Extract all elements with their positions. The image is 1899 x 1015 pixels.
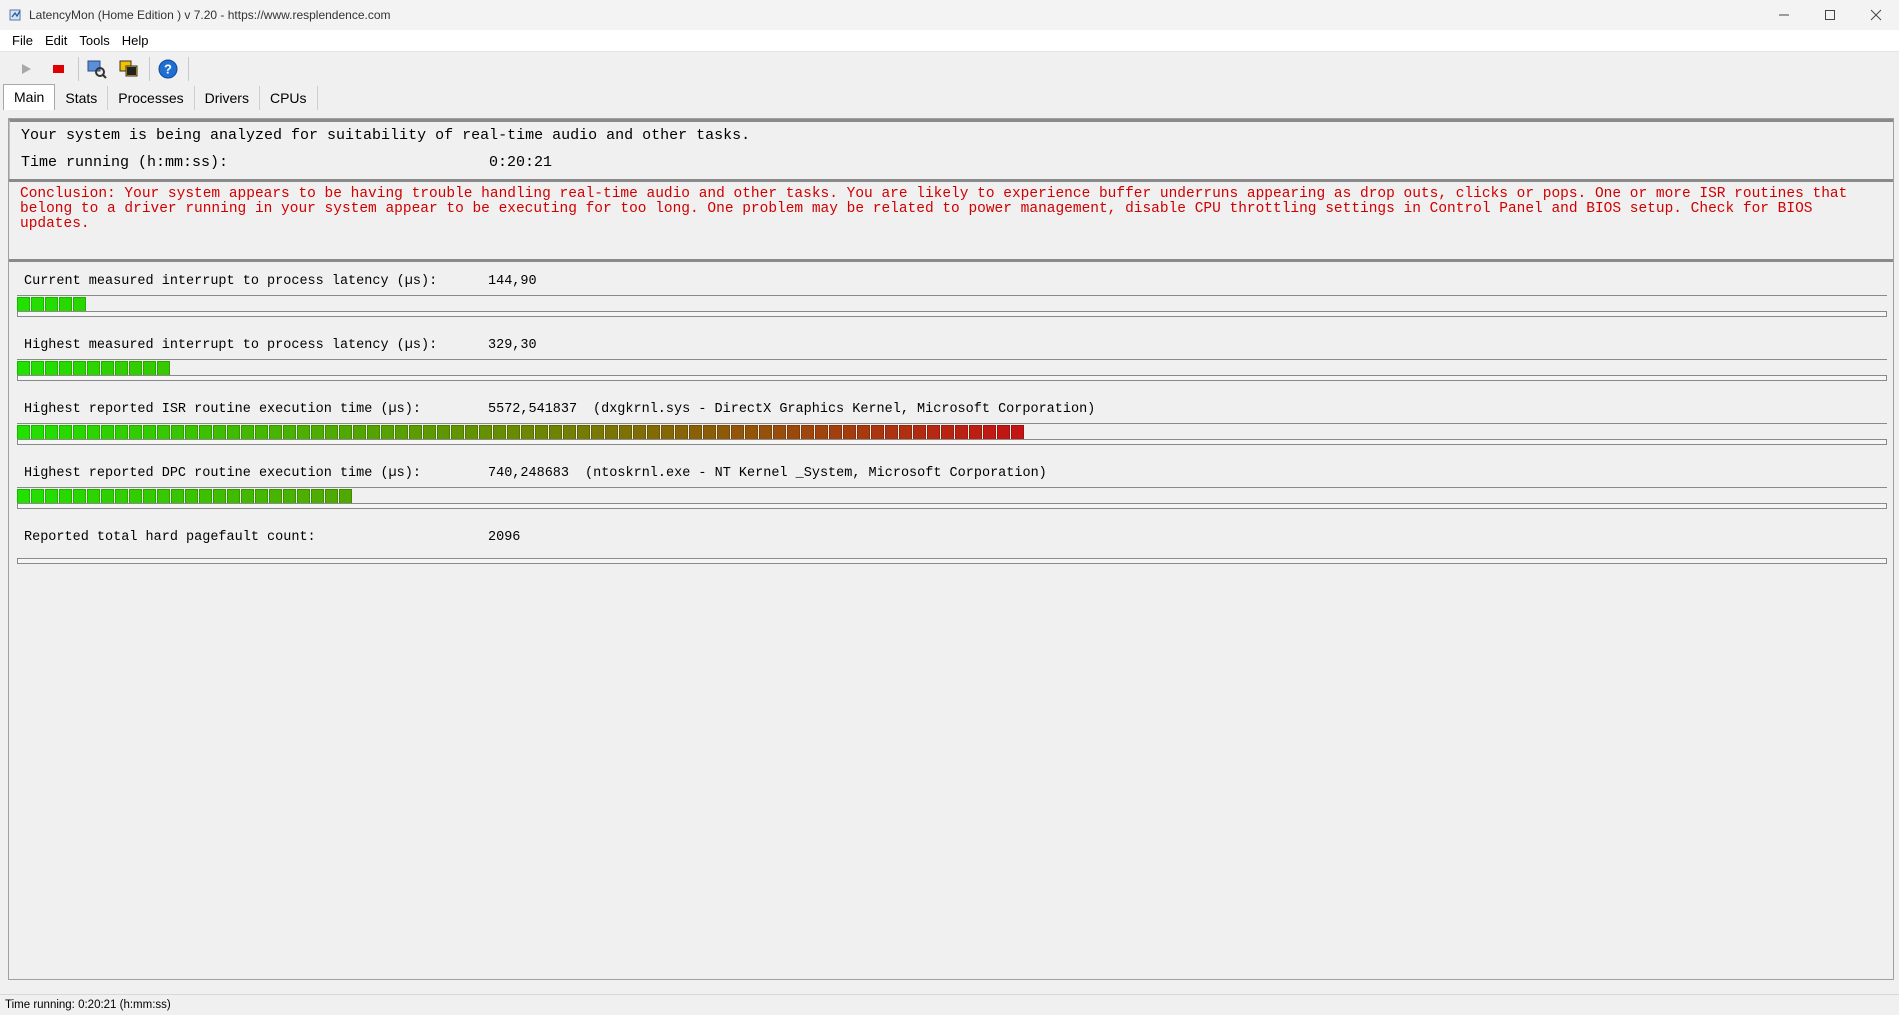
window-controls <box>1761 0 1899 30</box>
time-running-label: Time running (h:mm:ss): <box>21 154 229 171</box>
analysis-status: Your system is being analyzed for suitab… <box>21 127 751 144</box>
svg-text:?: ? <box>164 62 172 77</box>
isr-bar <box>17 423 1887 445</box>
metric-isr-value: 5572,541837 <box>488 402 578 417</box>
tab-processes[interactable]: Processes <box>108 86 195 110</box>
menu-edit[interactable]: Edit <box>39 30 73 52</box>
analyze-icon[interactable] <box>85 57 109 81</box>
maximize-icon[interactable] <box>1807 0 1853 30</box>
stop-icon[interactable] <box>46 57 70 81</box>
toolbar-separator <box>188 57 189 81</box>
title-bar: LatencyMon (Home Edition ) v 7.20 - http… <box>0 0 1899 30</box>
metric-current-latency-value: 144,90 <box>488 274 537 289</box>
menu-tools[interactable]: Tools <box>73 30 115 52</box>
analysis-section: Your system is being analyzed for suitab… <box>9 119 1893 179</box>
play-icon[interactable] <box>14 57 38 81</box>
toolbar: ? <box>0 53 1899 85</box>
metric-current-latency-label: Current measured interrupt to process la… <box>24 274 438 289</box>
tab-drivers[interactable]: Drivers <box>195 86 260 110</box>
toolbar-separator <box>78 57 79 81</box>
time-running-value: 0:20:21 <box>489 154 553 171</box>
metric-dpc-driver: (ntoskrnl.exe - NT Kernel _System, Micro… <box>585 466 1047 481</box>
status-bar: Time running: 0:20:21 (h:mm:ss) <box>0 994 1899 1015</box>
menu-bar: File Edit Tools Help <box>0 30 1899 52</box>
menu-file[interactable]: File <box>6 30 39 52</box>
metric-pagefault-value: 2096 <box>488 530 521 545</box>
main-panel: Your system is being analyzed for suitab… <box>8 118 1894 980</box>
metric-highest-latency-value: 329,30 <box>488 338 537 353</box>
minimize-icon[interactable] <box>1761 0 1807 30</box>
conclusion-section: Conclusion: Your system appears to be ha… <box>9 179 1893 259</box>
window-title: LatencyMon (Home Edition ) v 7.20 - http… <box>29 8 391 22</box>
highest-latency-bar <box>17 359 1887 381</box>
tab-stats[interactable]: Stats <box>55 86 109 110</box>
metrics-section: Current measured interrupt to process la… <box>9 259 1893 979</box>
help-icon[interactable]: ? <box>156 57 180 81</box>
conclusion-text: Conclusion: Your system appears to be ha… <box>20 186 1848 232</box>
menu-help[interactable]: Help <box>116 30 155 52</box>
close-icon[interactable] <box>1853 0 1899 30</box>
metric-isr-label: Highest reported ISR routine execution t… <box>24 402 421 417</box>
metric-dpc-value: 740,248683 <box>488 466 570 481</box>
tab-main[interactable]: Main <box>3 84 56 110</box>
metric-isr-driver: (dxgkrnl.sys - DirectX Graphics Kernel, … <box>593 402 1096 417</box>
current-latency-bar <box>17 295 1887 317</box>
metric-pagefault-label: Reported total hard pagefault count: <box>24 530 316 545</box>
metric-dpc-label: Highest reported DPC routine execution t… <box>24 466 421 481</box>
pagefault-divider <box>17 558 1887 564</box>
dpc-bar <box>17 487 1887 509</box>
latencymon-icon <box>9 8 23 22</box>
tab-cpus[interactable]: CPUs <box>260 86 318 110</box>
windows-icon[interactable] <box>117 57 141 81</box>
tab-strip: Main Stats Processes Drivers CPUs <box>0 84 318 110</box>
metric-highest-latency-label: Highest measured interrupt to process la… <box>24 338 438 353</box>
toolbar-separator <box>149 57 150 81</box>
